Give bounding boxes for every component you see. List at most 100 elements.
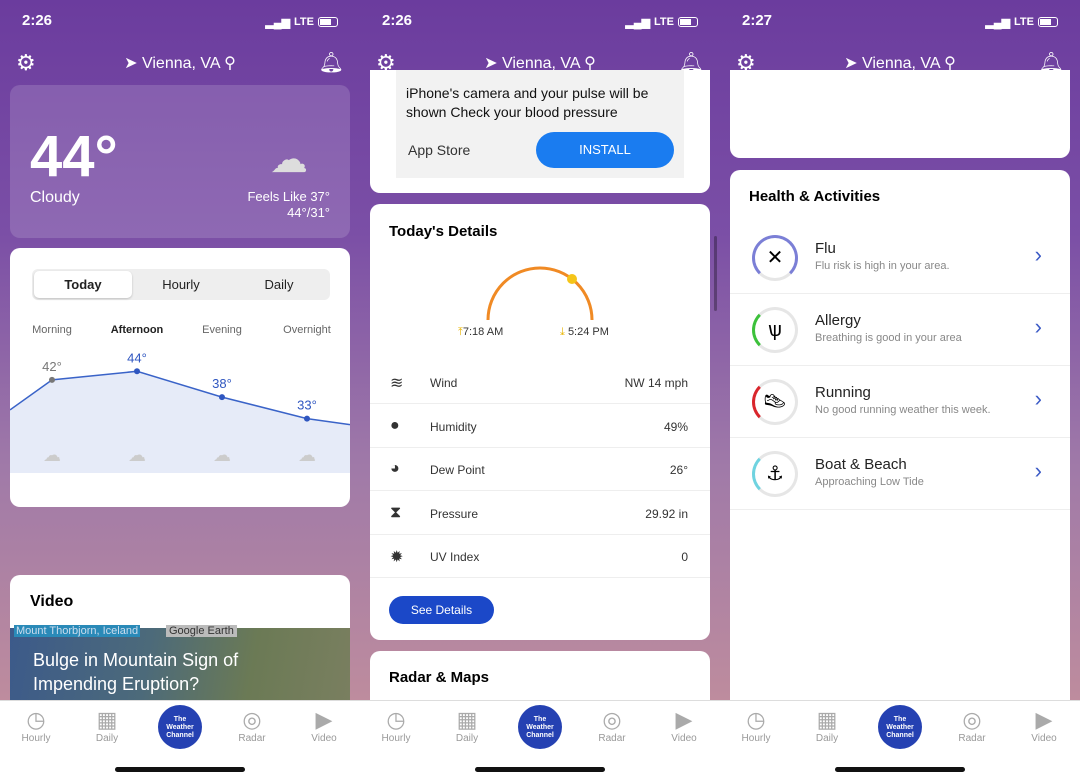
clock: 2:26: [22, 12, 53, 29]
home-indicator: [475, 767, 605, 772]
tab-hourly[interactable]: ◷ Hourly: [366, 707, 426, 744]
weather-channel-logo-button[interactable]: The Weather Channel: [518, 705, 562, 749]
forecast-chart: 42° ☁ 44° ☁ 38° ☁ 33° ☁: [10, 350, 350, 473]
radar-title: Radar & Maps: [389, 669, 490, 686]
tab-video[interactable]: ▶ Video: [1014, 707, 1074, 744]
tab-label: Radar: [598, 733, 626, 744]
cloud-icon: ☁: [128, 445, 146, 465]
high-low: 44°/31°: [287, 205, 330, 220]
sunrise-time: 7:18 AM: [462, 326, 504, 338]
location-arrow-icon: ➤: [124, 55, 138, 72]
details-title: Today's Details: [389, 223, 498, 240]
sun-arc: [486, 266, 594, 321]
health-item-subtitle: Flu risk is high in your area.: [815, 260, 950, 272]
detail-value: 49%: [663, 419, 688, 434]
tab-daily[interactable]: ▦ Daily: [77, 707, 137, 744]
detail-label: Dew Point: [430, 463, 485, 477]
health-item-running[interactable]: 👟︎ Running No good running weather this …: [730, 366, 1070, 438]
radar-icon: ◎: [242, 707, 262, 732]
detail-label: Pressure: [430, 506, 479, 521]
period-label: Evening: [202, 324, 242, 336]
ad-text: iPhone's camera and your pulse will be s…: [406, 85, 649, 120]
tab-hourly[interactable]: ◷ Hourly: [726, 707, 786, 744]
tab-video[interactable]: ▶ Video: [654, 707, 714, 744]
battery-icon: [318, 17, 338, 27]
clock: 2:27: [742, 12, 773, 29]
chevron-right-icon: ›: [1034, 242, 1042, 267]
forecast-segmented-control: Today Hourly Daily: [32, 269, 330, 300]
flu-icon: ✕: [752, 235, 798, 281]
tab-daily[interactable]: ▦ Daily: [437, 707, 497, 744]
see-details-button[interactable]: See Details: [389, 596, 494, 624]
radar-icon: ◎: [602, 707, 622, 732]
notifications-bell-icon[interactable]: 🔔︎: [319, 50, 344, 75]
health-item-subtitle: Breathing is good in your area: [815, 332, 962, 344]
health-item-subtitle: Approaching Low Tide: [815, 476, 924, 488]
detail-value: NW 14 mph: [624, 376, 688, 390]
ad-card: iPhone's camera and your pulse will be s…: [370, 70, 710, 193]
tab-radar[interactable]: ◎ Radar: [222, 707, 282, 744]
droplet-icon: ●: [390, 416, 400, 434]
health-item-title: Running: [815, 384, 871, 401]
scrollbar[interactable]: [714, 236, 717, 311]
segment-hourly[interactable]: Hourly: [132, 271, 230, 298]
current-conditions-card: 44° Cloudy ☁ Feels Like 37° 44°/31°: [10, 85, 350, 238]
network-type: LTE: [1014, 16, 1034, 28]
play-icon: ▶: [1035, 707, 1053, 732]
search-icon: ⚲: [224, 55, 236, 72]
play-icon: ▶: [315, 707, 333, 732]
chevron-right-icon: ›: [1034, 458, 1042, 483]
calendar-icon: ▦: [816, 707, 838, 732]
forecast-point: [134, 368, 140, 375]
install-button[interactable]: INSTALL: [536, 132, 674, 168]
tab-daily[interactable]: ▦ Daily: [797, 707, 857, 744]
screen-2: 2:26 ▂▄▆ LTE ⚙ ➤ Vienna, VA ⚲ 🔔︎ iPhone's …: [360, 0, 720, 780]
tab-radar[interactable]: ◎ Radar: [582, 707, 642, 744]
health-item-title: Allergy: [815, 312, 861, 329]
tab-radar[interactable]: ◎ Radar: [942, 707, 1002, 744]
period-label: Morning: [32, 324, 72, 336]
segment-daily[interactable]: Daily: [230, 271, 328, 298]
sunset-time: 5:24 PM: [567, 326, 609, 338]
video-section-title: Video: [30, 593, 74, 610]
cloud-icon: ☁: [213, 445, 231, 465]
video-location-caption: Mount Thorbjorn, Iceland: [14, 625, 141, 637]
weather-channel-logo-button[interactable]: The Weather Channel: [878, 705, 922, 749]
detail-value: 29.92 in: [645, 506, 688, 521]
wind-icon: ≋: [390, 375, 404, 392]
battery-icon: [1038, 17, 1058, 27]
video-headline[interactable]: Bulge in Mountain Sign of Impending Erup…: [33, 648, 283, 696]
play-icon: ▶: [675, 707, 693, 732]
clock-icon: ◷: [386, 707, 406, 732]
segment-today[interactable]: Today: [34, 271, 132, 298]
tab-label: Daily: [95, 733, 119, 744]
location-selector[interactable]: ➤ Vienna, VA ⚲: [0, 53, 360, 73]
health-item-boat-beach[interactable]: ⚓︎ Boat & Beach Approaching Low Tide ›: [730, 438, 1070, 510]
detail-label: UV Index: [430, 550, 480, 564]
screen-3: 2:27 ▂▄▆ LTE ⚙ ➤ Vienna, VA ⚲ 🔔︎ Health & …: [720, 0, 1080, 780]
health-item-title: Flu: [815, 240, 836, 257]
pressure-icon: ⧗: [390, 503, 402, 521]
tab-label: Daily: [455, 733, 479, 744]
tab-video[interactable]: ▶ Video: [294, 707, 354, 744]
forecast-temp-label: 42°: [42, 359, 62, 374]
health-item-flu[interactable]: ✕ Flu Flu risk is high in your area. ›: [730, 222, 1070, 294]
calendar-icon: ▦: [96, 707, 118, 732]
forecast-point: [219, 394, 225, 401]
tab-label: Video: [311, 733, 337, 744]
battery-icon: [678, 17, 698, 27]
calendar-icon: ▦: [456, 707, 478, 732]
health-item-subtitle: No good running weather this week.: [815, 404, 991, 416]
forecast-card: Today Hourly Daily Morning Afternoon Eveni…: [10, 248, 350, 507]
health-item-allergy[interactable]: ѱ Allergy Breathing is good in your area…: [730, 294, 1070, 366]
signal-icon: ▂▄▆: [625, 16, 651, 29]
health-title: Health & Activities: [749, 188, 881, 205]
signal-icon: ▂▄▆: [265, 16, 291, 29]
screen-1: 2:26 ▂▄▆ LTE ⚙ ➤ Vienna, VA ⚲ 🔔︎ 44° Cloud…: [0, 0, 360, 780]
detail-label: Wind: [430, 376, 458, 390]
sun-icon: ✹: [390, 549, 404, 566]
weather-channel-logo-button[interactable]: The Weather Channel: [158, 705, 202, 749]
radar-icon: ◎: [962, 707, 982, 732]
tab-hourly[interactable]: ◷ Hourly: [6, 707, 66, 744]
current-temperature: 44°: [30, 124, 118, 189]
